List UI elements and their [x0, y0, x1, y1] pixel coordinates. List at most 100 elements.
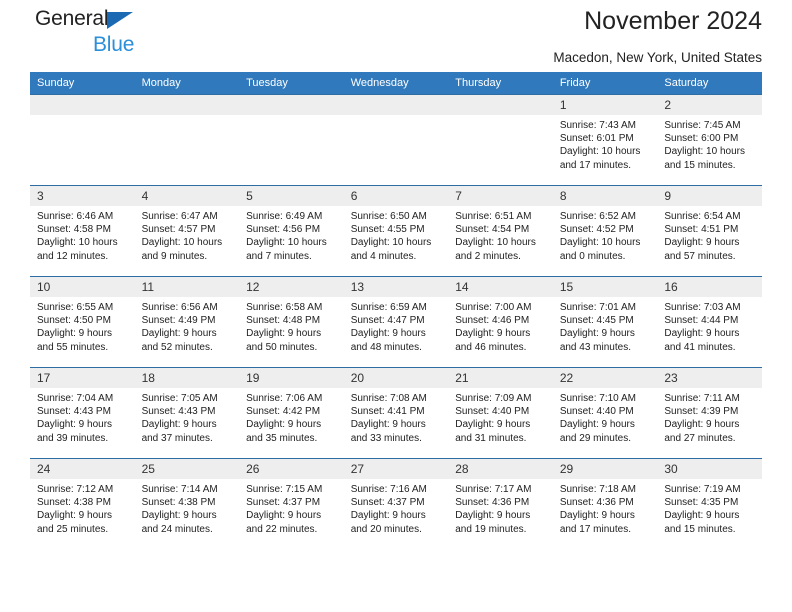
- sunrise-text: Sunrise: 7:10 AM: [559, 393, 636, 404]
- day-details: Sunrise: 7:09 AM Sunset: 4:40 PM Daylight:…: [448, 388, 553, 445]
- day-details: Sunrise: 7:05 AM Sunset: 4:43 PM Daylight:…: [135, 388, 240, 445]
- sunset-text: Sunset: 4:38 PM: [37, 497, 111, 509]
- calendar-day-cell[interactable]: 29 Sunrise: 7:18 AM Sunset: 4:36 PM Dayligh…: [552, 458, 658, 550]
- daylight-text-line2: and 37 minutes.: [141, 432, 213, 444]
- sunrise-text: Sunrise: 7:43 AM: [559, 120, 636, 131]
- daylight-text-line1: Daylight: 9 hours: [246, 510, 322, 522]
- sunset-text: Sunset: 4:52 PM: [559, 224, 634, 236]
- calendar-day-cell[interactable]: 12 Sunrise: 6:58 AM Sunset: 4:48 PM Dayligh…: [239, 276, 344, 368]
- day-number: 12: [239, 277, 344, 297]
- calendar-day-cell[interactable]: 21 Sunrise: 7:09 AM Sunset: 4:40 PM Dayligh…: [448, 367, 553, 459]
- day-details: Sunrise: 6:56 AM Sunset: 4:49 PM Daylight:…: [135, 297, 240, 354]
- day-number: 11: [134, 277, 240, 297]
- daylight-text-line2: and 25 minutes.: [37, 523, 109, 535]
- day-number: [239, 95, 344, 115]
- sunrise-text: Sunrise: 7:05 AM: [141, 393, 218, 404]
- day-details: Sunrise: 7:00 AM Sunset: 4:46 PM Daylight:…: [448, 297, 553, 354]
- day-details: Sunrise: 7:19 AM Sunset: 4:35 PM Daylight:…: [657, 479, 762, 536]
- day-number: 27: [343, 459, 449, 479]
- daylight-text-line1: Daylight: 9 hours: [559, 419, 635, 431]
- day-number: 19: [239, 368, 344, 388]
- generalblue-logo[interactable]: General Blue: [35, 8, 185, 62]
- daylight-text-line2: and 20 minutes.: [350, 523, 422, 535]
- calendar-day-cell[interactable]: 18 Sunrise: 7:05 AM Sunset: 4:43 PM Dayligh…: [134, 367, 240, 459]
- sunset-text: Sunset: 4:42 PM: [246, 406, 321, 418]
- calendar-day-cell[interactable]: 5 Sunrise: 6:49 AM Sunset: 4:56 PM Daylight…: [239, 185, 344, 277]
- day-number: 10: [30, 277, 135, 297]
- day-details: Sunrise: 7:17 AM Sunset: 4:36 PM Daylight:…: [448, 479, 553, 536]
- day-number: 8: [552, 186, 658, 206]
- sunrise-text: Sunrise: 7:45 AM: [664, 120, 741, 131]
- calendar-day-cell[interactable]: 15 Sunrise: 7:01 AM Sunset: 4:45 PM Dayligh…: [552, 276, 658, 368]
- calendar-day-cell[interactable]: 6 Sunrise: 6:50 AM Sunset: 4:55 PM Daylight…: [343, 185, 449, 277]
- sunrise-text: Sunrise: 7:09 AM: [455, 393, 532, 404]
- sunset-text: Sunset: 4:36 PM: [559, 497, 634, 509]
- calendar-day-cell[interactable]: 30 Sunrise: 7:19 AM Sunset: 4:35 PM Dayligh…: [657, 458, 762, 550]
- calendar-day-cell[interactable]: 27 Sunrise: 7:16 AM Sunset: 4:37 PM Dayligh…: [343, 458, 449, 550]
- day-details: Sunrise: 6:47 AM Sunset: 4:57 PM Daylight:…: [135, 206, 240, 263]
- calendar-day-cell[interactable]: 10 Sunrise: 6:55 AM Sunset: 4:50 PM Dayligh…: [30, 276, 135, 368]
- calendar-day-cell[interactable]: 25 Sunrise: 7:14 AM Sunset: 4:38 PM Dayligh…: [134, 458, 240, 550]
- daylight-text-line1: Daylight: 9 hours: [455, 328, 531, 340]
- calendar-day-cell[interactable]: 7 Sunrise: 6:51 AM Sunset: 4:54 PM Daylight…: [448, 185, 553, 277]
- daylight-text-line1: Daylight: 9 hours: [141, 510, 217, 522]
- day-details: Sunrise: 7:15 AM Sunset: 4:37 PM Daylight:…: [239, 479, 344, 536]
- sunset-text: Sunset: 4:49 PM: [141, 315, 216, 327]
- day-details: Sunrise: 7:18 AM Sunset: 4:36 PM Daylight:…: [553, 479, 658, 536]
- daylight-text-line1: Daylight: 9 hours: [664, 510, 740, 522]
- calendar-day-cell[interactable]: 16 Sunrise: 7:03 AM Sunset: 4:44 PM Dayligh…: [657, 276, 762, 368]
- sunrise-text: Sunrise: 7:08 AM: [350, 393, 427, 404]
- sunset-text: Sunset: 4:36 PM: [455, 497, 530, 509]
- daylight-text-line1: Daylight: 10 hours: [559, 146, 641, 158]
- sunrise-text: Sunrise: 7:03 AM: [664, 302, 741, 313]
- sunrise-text: Sunrise: 7:14 AM: [141, 484, 218, 495]
- calendar-day-cell[interactable]: 26 Sunrise: 7:15 AM Sunset: 4:37 PM Dayligh…: [239, 458, 344, 550]
- calendar-day-cell[interactable]: 8 Sunrise: 6:52 AM Sunset: 4:52 PM Daylight…: [552, 185, 658, 277]
- day-details: Sunrise: 7:43 AM Sunset: 6:01 PM Daylight:…: [553, 115, 658, 172]
- sunset-text: Sunset: 4:46 PM: [455, 315, 530, 327]
- sunset-text: Sunset: 4:43 PM: [141, 406, 216, 418]
- sunset-text: Sunset: 4:40 PM: [455, 406, 530, 418]
- calendar-day-cell[interactable]: 17 Sunrise: 7:04 AM Sunset: 4:43 PM Dayligh…: [30, 367, 135, 459]
- daylight-text-line2: and 55 minutes.: [37, 341, 109, 353]
- day-number: 4: [134, 186, 240, 206]
- day-number: 20: [343, 368, 449, 388]
- page-header: General Blue November 2024 Macedon, New …: [30, 0, 762, 72]
- daylight-text-line1: Daylight: 10 hours: [350, 237, 432, 249]
- calendar-day-cell[interactable]: 28 Sunrise: 7:17 AM Sunset: 4:36 PM Dayligh…: [448, 458, 553, 550]
- calendar-day-cell[interactable]: 13 Sunrise: 6:59 AM Sunset: 4:47 PM Dayligh…: [343, 276, 449, 368]
- calendar-day-cell[interactable]: 3 Sunrise: 6:46 AM Sunset: 4:58 PM Daylight…: [30, 185, 135, 277]
- sunrise-text: Sunrise: 6:59 AM: [350, 302, 427, 313]
- calendar-day-cell[interactable]: 20 Sunrise: 7:08 AM Sunset: 4:41 PM Dayligh…: [343, 367, 449, 459]
- sunset-text: Sunset: 4:57 PM: [141, 224, 216, 236]
- sunrise-text: Sunrise: 7:00 AM: [455, 302, 532, 313]
- calendar-day-cell[interactable]: 11 Sunrise: 6:56 AM Sunset: 4:49 PM Dayligh…: [134, 276, 240, 368]
- calendar-day-cell[interactable]: 19 Sunrise: 7:06 AM Sunset: 4:42 PM Dayligh…: [239, 367, 344, 459]
- sunset-text: Sunset: 4:45 PM: [559, 315, 634, 327]
- daylight-text-line2: and 9 minutes.: [141, 250, 208, 262]
- day-details: Sunrise: 7:01 AM Sunset: 4:45 PM Daylight:…: [553, 297, 658, 354]
- sunrise-text: Sunrise: 7:01 AM: [559, 302, 636, 313]
- calendar-day-cell[interactable]: 1 Sunrise: 7:43 AM Sunset: 6:01 PM Daylight…: [552, 94, 658, 186]
- daylight-text-line2: and 29 minutes.: [559, 432, 631, 444]
- day-details: Sunrise: 6:58 AM Sunset: 4:48 PM Daylight:…: [239, 297, 344, 354]
- calendar-day-cell[interactable]: 22 Sunrise: 7:10 AM Sunset: 4:40 PM Dayligh…: [552, 367, 658, 459]
- title-block: November 2024 Macedon, New York, United …: [553, 0, 762, 67]
- logo-triangle-icon: [107, 12, 133, 29]
- weekday-sunday: Sunday: [30, 72, 135, 95]
- day-details: Sunrise: 6:54 AM Sunset: 4:51 PM Daylight:…: [657, 206, 762, 263]
- sunset-text: Sunset: 4:37 PM: [246, 497, 321, 509]
- daylight-text-line2: and 50 minutes.: [246, 341, 318, 353]
- calendar-day-cell-empty: [239, 94, 344, 186]
- day-details: Sunrise: 7:12 AM Sunset: 4:38 PM Daylight:…: [30, 479, 135, 536]
- calendar-day-cell[interactable]: 23 Sunrise: 7:11 AM Sunset: 4:39 PM Dayligh…: [657, 367, 762, 459]
- location-subtitle: Macedon, New York, United States: [553, 50, 762, 65]
- calendar-day-cell[interactable]: 9 Sunrise: 6:54 AM Sunset: 4:51 PM Daylight…: [657, 185, 762, 277]
- calendar-day-cell[interactable]: 2 Sunrise: 7:45 AM Sunset: 6:00 PM Daylight…: [657, 94, 762, 186]
- calendar-day-cell[interactable]: 14 Sunrise: 7:00 AM Sunset: 4:46 PM Dayligh…: [448, 276, 553, 368]
- calendar-day-cell[interactable]: 4 Sunrise: 6:47 AM Sunset: 4:57 PM Daylight…: [134, 185, 240, 277]
- calendar-day-cell[interactable]: 24 Sunrise: 7:12 AM Sunset: 4:38 PM Dayligh…: [30, 458, 135, 550]
- day-number: 18: [134, 368, 240, 388]
- daylight-text-line2: and 57 minutes.: [664, 250, 736, 262]
- calendar-day-cell-empty: [30, 94, 135, 186]
